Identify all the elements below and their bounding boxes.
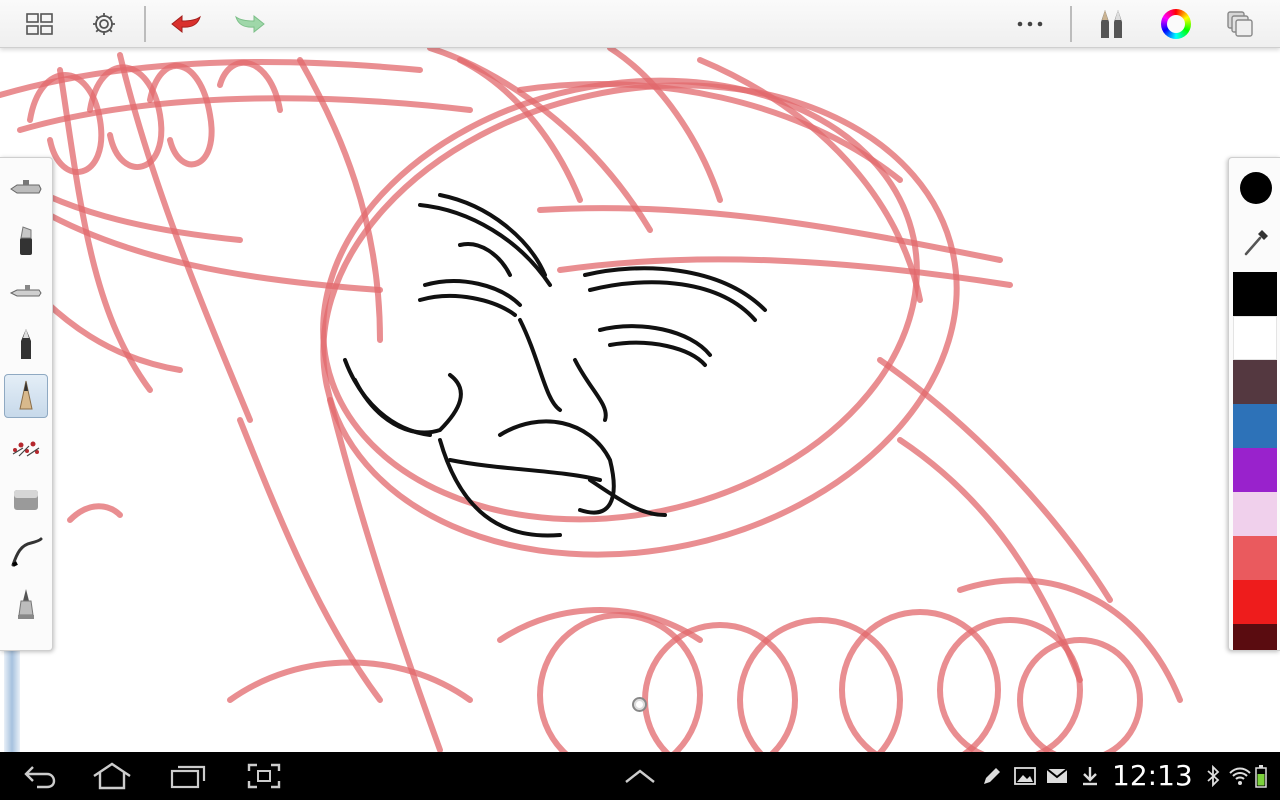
smudge-tool[interactable] — [4, 530, 48, 574]
marker-icon — [20, 226, 32, 255]
color-wheel-icon — [1161, 9, 1191, 39]
more-button[interactable] — [1008, 4, 1052, 44]
toolbar-separator — [1070, 6, 1072, 42]
undo-icon — [171, 14, 201, 34]
swatch-salmon[interactable] — [1233, 536, 1277, 580]
bluetooth-status — [1201, 764, 1225, 788]
expand-up-button[interactable] — [612, 756, 668, 796]
mail-icon — [1046, 768, 1068, 783]
airbrush-icon — [10, 180, 42, 194]
marker-tool[interactable] — [4, 218, 48, 262]
sketchbook-app: 12:13 — [0, 0, 1280, 800]
wifi-status — [1228, 764, 1252, 788]
swatch-pink[interactable] — [1233, 492, 1277, 536]
notification-download[interactable] — [1078, 764, 1102, 788]
swatch-blue[interactable] — [1233, 404, 1277, 448]
eyedropper-icon — [1244, 230, 1268, 256]
airbrush-alt-tool[interactable] — [4, 270, 48, 314]
eraser-icon — [14, 490, 38, 510]
settings-icon — [93, 13, 115, 35]
redo-button[interactable] — [228, 4, 272, 44]
recent-apps-button[interactable] — [160, 756, 216, 796]
color-picker-button[interactable] — [1238, 224, 1274, 260]
wifi-icon — [1229, 767, 1251, 785]
settings-button[interactable] — [82, 4, 126, 44]
swatch-red[interactable] — [1233, 580, 1277, 624]
back-button[interactable] — [12, 756, 68, 796]
home-icon — [93, 762, 131, 790]
swatch-black[interactable] — [1233, 272, 1277, 316]
eraser-tool[interactable] — [4, 478, 48, 522]
battery-status — [1254, 764, 1268, 788]
screenshot-icon — [247, 763, 281, 789]
notification-pen[interactable] — [980, 764, 1004, 788]
paint-brush-tool[interactable] — [4, 582, 48, 626]
smudge-icon — [11, 537, 43, 567]
swatch-plum[interactable] — [1233, 360, 1277, 404]
brushes-button[interactable] — [1090, 4, 1134, 44]
download-icon — [1083, 767, 1097, 786]
home-button[interactable] — [84, 756, 140, 796]
notification-gallery[interactable] — [1013, 764, 1037, 788]
battery-icon — [1255, 765, 1267, 788]
color-wheel-button[interactable] — [1154, 4, 1198, 44]
sketch-artwork — [0, 45, 1183, 783]
splatter-brush-icon — [12, 441, 40, 457]
drawing-canvas[interactable] — [0, 45, 1280, 783]
pen-icon — [984, 768, 1000, 784]
screenshot-button[interactable] — [236, 756, 292, 796]
canvas-pivot-handle[interactable] — [632, 697, 647, 712]
brushes-icon — [1101, 10, 1122, 38]
pencil-tool[interactable] — [4, 374, 48, 418]
swatch-purple[interactable] — [1233, 448, 1277, 492]
swatch-white[interactable] — [1233, 316, 1277, 360]
ballpoint-pen-icon — [21, 329, 31, 359]
gallery-button[interactable] — [18, 4, 62, 44]
redo-icon — [235, 14, 265, 34]
recent-apps-icon — [170, 765, 206, 789]
current-color[interactable] — [1240, 172, 1272, 204]
swatch-maroon[interactable] — [1233, 624, 1277, 650]
gallery-icon — [26, 13, 53, 35]
notification-mail[interactable] — [1045, 764, 1069, 788]
status-clock: 12:13 — [1112, 759, 1193, 792]
airbrush-alt-icon — [9, 285, 42, 297]
layers-button[interactable] — [1218, 4, 1262, 44]
airbrush-tool[interactable] — [4, 166, 48, 210]
expand-up-icon — [625, 769, 655, 783]
toolbar-separator — [144, 6, 146, 42]
undo-button[interactable] — [164, 4, 208, 44]
pencil-icon — [19, 380, 33, 410]
paint-brush-icon — [18, 589, 34, 619]
bluetooth-icon — [1207, 765, 1220, 787]
brush-palette — [0, 157, 53, 651]
color-palette — [1228, 157, 1280, 651]
top-toolbar — [0, 0, 1280, 48]
more-icon — [1017, 21, 1043, 27]
splatter-brush-tool[interactable] — [4, 426, 48, 470]
layers-icon — [1227, 11, 1253, 37]
back-icon — [24, 766, 56, 789]
gallery-icon — [1014, 767, 1036, 785]
brush-size-slider[interactable] — [4, 651, 20, 752]
system-bar: 12:13 — [0, 752, 1280, 800]
ballpoint-pen-tool[interactable] — [4, 322, 48, 366]
